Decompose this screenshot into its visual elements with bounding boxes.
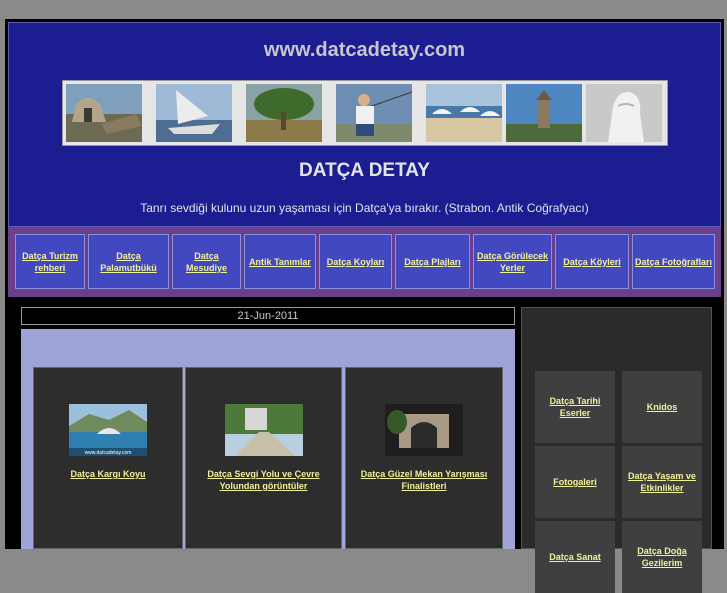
card-sevgi-yolu: Datça Sevgi Yolu ve Çevre Yolundan görün… [185, 367, 342, 549]
sidebar-item-fotogaleri[interactable]: Fotogaleri [535, 446, 615, 518]
nav-item-gorulecek-yerler[interactable]: Datça Görülecek Yerler [473, 234, 552, 289]
beach-umbrellas-photo [426, 84, 502, 142]
photo-strip [62, 80, 668, 146]
kargi-koyu-photo[interactable]: www.datcadetay.com [69, 404, 147, 456]
sidebar-item-tarihi-eserler[interactable]: Datça Tarihi Eserler [535, 371, 615, 443]
page-frame: www.datcadetay.com DATÇA DETAY Tanrı sev… [5, 19, 724, 593]
date-bar: 21-Jun-2011 [21, 307, 515, 325]
card-sevgi-yolu-link[interactable]: Datça Sevgi Yolu ve Çevre Yolundan görün… [188, 468, 339, 492]
nav-item-turizm-rehberi[interactable]: Datça Turizm rehberi [15, 234, 85, 289]
sidebar-item-sanat[interactable]: Datça Sanat [535, 521, 615, 593]
nav-item-koylari[interactable]: Datça Koyları [319, 234, 392, 289]
fisherman-photo [336, 84, 412, 142]
sailing-photo [156, 84, 232, 142]
sidebar-item-knidos[interactable]: Knidos [622, 371, 702, 443]
olive-tree-photo [246, 84, 322, 142]
windmill-photo [506, 84, 582, 142]
nav-item-palamutbuku[interactable]: Datça Palamutbükü [88, 234, 169, 289]
sidebar-item-yasam-etkinlikler[interactable]: Datça Yaşam ve Etkinlikler [622, 446, 702, 518]
photo-watermark: www.datcadetay.com [85, 450, 132, 456]
guzel-mekan-photo[interactable] [385, 404, 463, 456]
main-nav: Datça Turizm rehberi Datça Palamutbükü D… [8, 227, 721, 297]
sidebar: Datça Tarihi Eserler Knidos Fotogaleri D… [521, 307, 712, 593]
nav-item-mesudiye[interactable]: Datça Mesudiye [172, 234, 241, 289]
statue-photo [586, 84, 662, 142]
sidebar-item-doga-gezilerim[interactable]: Datça Doğa Gezilerim [622, 521, 702, 593]
card-guzel-mekan-link[interactable]: Datça Güzel Mekan Yarışması Finalistleri [348, 468, 500, 492]
sevgi-yolu-photo[interactable] [224, 404, 303, 456]
card-kargi-koyu: www.datcadetay.com Datça Kargı Koyu [33, 367, 183, 549]
card-guzel-mekan: Datça Güzel Mekan Yarışması Finalistleri [345, 367, 503, 549]
ruins-photo [66, 84, 142, 142]
nav-item-fotograflari[interactable]: Datça Fotoğrafları [632, 234, 715, 289]
site-url: www.datcadetay.com [263, 39, 466, 61]
nav-item-koyleri[interactable]: Datça Köyleri [555, 234, 629, 289]
main-content: www.datcadetay.com Datça Kargı Koyu Datç… [21, 329, 515, 549]
site-header: www.datcadetay.com DATÇA DETAY Tanrı sev… [8, 22, 721, 227]
card-kargi-koyu-link[interactable]: Datça Kargı Koyu [36, 468, 180, 480]
page-title: DATÇA DETAY [299, 160, 430, 181]
nav-item-antik-tanimlar[interactable]: Antik Tanımlar [244, 234, 316, 289]
tagline-quote: Tanrı sevdiği kulunu uzun yaşaması için … [140, 201, 589, 215]
nav-item-plajlari[interactable]: Datça Plajları [395, 234, 470, 289]
